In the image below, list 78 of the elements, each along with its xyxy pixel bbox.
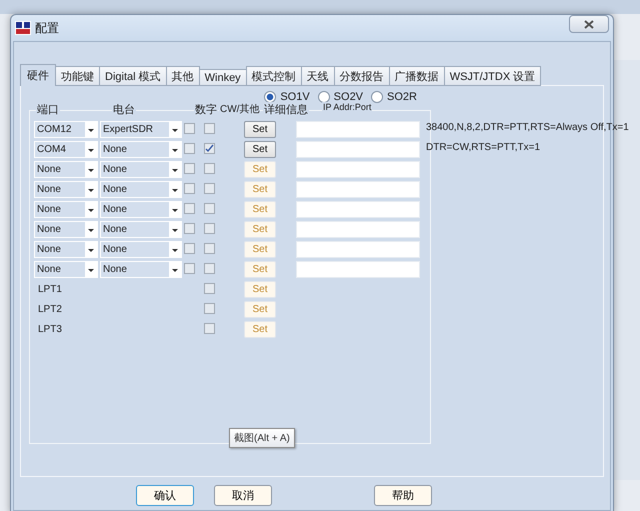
checkbox[interactable]: [204, 123, 215, 134]
checkbox[interactable]: [204, 143, 215, 154]
port-dropdown[interactable]: None: [34, 241, 98, 258]
checkbox[interactable]: [184, 163, 195, 174]
checkbox[interactable]: [184, 243, 195, 254]
checkbox[interactable]: [204, 163, 215, 174]
port-label: LPT1: [37, 283, 63, 297]
ip-field[interactable]: [296, 181, 420, 198]
radio-dropdown[interactable]: None: [100, 141, 182, 158]
port-settings-text: 38400,N,8,2,DTR=PTT,RTS=Always Off,Tx=1: [426, 122, 629, 133]
port-dropdown[interactable]: None: [34, 261, 98, 278]
set-button[interactable]: Set: [244, 141, 276, 158]
tab[interactable]: 其他: [166, 66, 200, 86]
radio-dropdown[interactable]: None: [100, 161, 182, 178]
checkbox[interactable]: [184, 183, 195, 194]
tab[interactable]: Digital 模式: [99, 66, 167, 86]
checkbox[interactable]: [184, 223, 195, 234]
radio-button[interactable]: [318, 91, 330, 103]
window-title: 配置: [35, 20, 60, 36]
port-label: LPT3: [37, 323, 63, 337]
ip-field[interactable]: [296, 241, 420, 258]
checkbox[interactable]: [184, 263, 195, 274]
ip-field[interactable]: [296, 221, 420, 238]
port-label: LPT2: [37, 303, 63, 317]
radio-dropdown[interactable]: None: [100, 201, 182, 218]
column-header: CW/其他: [219, 102, 260, 116]
radio-dropdown[interactable]: None: [100, 261, 182, 278]
app-logo-icon: [15, 21, 31, 35]
ip-field[interactable]: [296, 201, 420, 218]
radio-dropdown[interactable]: None: [100, 181, 182, 198]
checkbox[interactable]: [184, 123, 195, 134]
checkbox[interactable]: [204, 183, 215, 194]
port-dropdown[interactable]: None: [34, 221, 98, 238]
set-button[interactable]: Set: [244, 121, 276, 138]
checkbox[interactable]: [204, 303, 215, 314]
port-dropdown[interactable]: COM12: [34, 121, 98, 138]
tab[interactable]: 天线: [300, 66, 335, 86]
checkbox[interactable]: [184, 203, 195, 214]
checkbox[interactable]: [204, 323, 215, 334]
column-header: 详细信息: [263, 102, 309, 117]
radio-dropdown[interactable]: ExpertSDR: [100, 121, 182, 138]
ip-field[interactable]: [296, 161, 420, 178]
port-settings-text: DTR=CW,RTS=PTT,Tx=1: [426, 142, 540, 153]
tab[interactable]: 硬件: [20, 64, 56, 86]
radio-dropdown[interactable]: None: [100, 241, 182, 258]
dialog-button[interactable]: 取消: [214, 485, 272, 506]
radio-button[interactable]: [264, 91, 276, 103]
checkbox[interactable]: [204, 203, 215, 214]
ip-field[interactable]: [296, 141, 420, 158]
radio-option[interactable]: SO2R: [371, 90, 417, 104]
dialog-button[interactable]: 帮助: [374, 485, 432, 506]
close-button[interactable]: [569, 15, 609, 33]
tab[interactable]: Winkey: [198, 69, 247, 86]
ip-field[interactable]: [296, 121, 420, 138]
port-dropdown[interactable]: None: [34, 181, 98, 198]
column-header: 端口: [36, 102, 60, 117]
radio-dropdown[interactable]: None: [100, 221, 182, 238]
port-dropdown[interactable]: None: [34, 161, 98, 178]
tab[interactable]: WSJT/JTDX 设置: [444, 66, 542, 86]
tab[interactable]: 分数报告: [334, 66, 390, 86]
tab[interactable]: 功能键: [55, 66, 100, 86]
column-header: IP Addr:Port: [322, 102, 372, 112]
checkbox[interactable]: [204, 223, 215, 234]
radio-button[interactable]: [371, 91, 384, 103]
port-dropdown[interactable]: COM4: [34, 141, 98, 158]
checkbox[interactable]: [204, 263, 215, 274]
checkbox[interactable]: [184, 143, 195, 154]
ip-field[interactable]: [296, 261, 420, 278]
tab[interactable]: 模式控制: [246, 66, 302, 86]
close-icon: [584, 20, 594, 28]
tab[interactable]: 广播数据: [388, 66, 445, 86]
column-header: 电台: [112, 102, 136, 117]
checkbox[interactable]: [204, 283, 215, 294]
column-header: 数字: [194, 102, 218, 117]
checkbox[interactable]: [204, 243, 215, 254]
tooltip: 截图(Alt + A): [229, 428, 295, 448]
port-dropdown[interactable]: None: [34, 201, 98, 218]
dialog-button[interactable]: 确认: [136, 485, 194, 506]
